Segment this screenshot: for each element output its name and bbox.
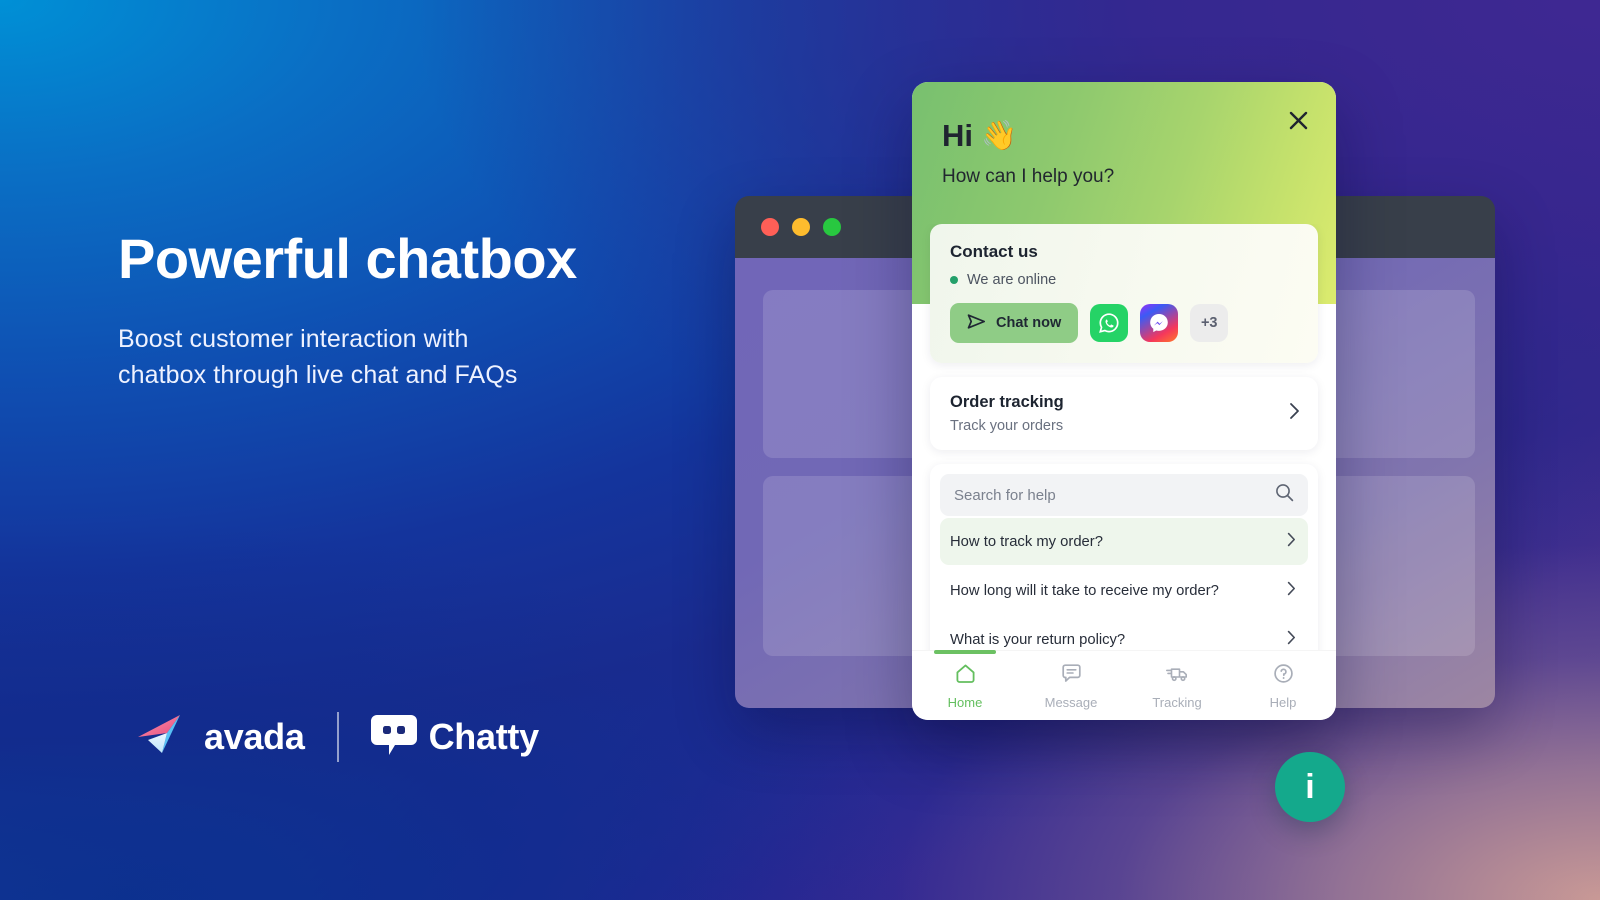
- faq-item[interactable]: What is your return policy?: [940, 616, 1308, 650]
- hero-copy: Powerful chatbox Boost customer interact…: [118, 227, 738, 394]
- question-circle-icon: [1272, 662, 1295, 690]
- brand-lockup: avada Chatty: [136, 712, 539, 762]
- widget-bottom-nav: Home Message Tracking Help: [912, 649, 1336, 720]
- nav-item-tracking[interactable]: Tracking: [1124, 662, 1230, 710]
- order-tracking-subtitle: Track your orders: [950, 418, 1064, 434]
- chat-now-label: Chat now: [996, 315, 1062, 331]
- hero-subtitle-line-2: chatbox through live chat and FAQs: [118, 360, 518, 389]
- nav-label-help: Help: [1269, 694, 1297, 710]
- greeting-text: Hi: [942, 118, 973, 153]
- chevron-right-icon: [1287, 630, 1296, 650]
- active-tab-indicator: [934, 649, 996, 654]
- home-icon: [954, 662, 977, 690]
- nav-label-message: Message: [1044, 694, 1098, 710]
- help-center-card: Search for help How to track my order? H…: [930, 464, 1318, 650]
- status-badge: We are online: [967, 272, 1057, 288]
- faq-question: What is your return policy?: [950, 631, 1126, 648]
- order-tracking-title: Order tracking: [950, 393, 1064, 411]
- chatty-wordmark: Chatty: [428, 716, 540, 757]
- channel-row: Chat now +3: [950, 303, 1298, 343]
- more-channels-button[interactable]: +3: [1190, 304, 1229, 342]
- message-icon: [1060, 662, 1083, 690]
- greeting-line: Hi 👋: [942, 118, 1306, 154]
- send-icon: [967, 313, 986, 334]
- nav-label-tracking: Tracking: [1152, 694, 1202, 710]
- chat-now-button[interactable]: Chat now: [950, 303, 1079, 343]
- whatsapp-icon[interactable]: [1090, 304, 1129, 342]
- hero-subtitle: Boost customer interaction with chatbox …: [118, 321, 738, 394]
- chevron-right-icon: [1287, 581, 1296, 601]
- close-icon[interactable]: [1284, 106, 1312, 134]
- chat-widget: Hi 👋 How can I help you? Contact us We a…: [912, 82, 1336, 720]
- paper-plane-icon: [136, 713, 192, 762]
- faq-item[interactable]: How long will it take to receive my orde…: [940, 567, 1308, 614]
- info-icon[interactable]: i: [1275, 752, 1345, 822]
- status-dot-icon: [950, 276, 958, 284]
- nav-item-message[interactable]: Message: [1018, 662, 1124, 710]
- chatty-logo: Chatty: [370, 713, 540, 762]
- waving-hand-icon: 👋: [981, 119, 1018, 152]
- nav-label-home: Home: [947, 694, 983, 710]
- contact-us-title: Contact us: [950, 242, 1038, 261]
- chevron-right-icon: [1287, 532, 1296, 552]
- chat-bubble-icon: [370, 713, 417, 762]
- faq-item[interactable]: How to track my order?: [940, 518, 1308, 565]
- nav-item-home[interactable]: Home: [912, 649, 1018, 710]
- search-icon[interactable]: [1275, 483, 1294, 507]
- avada-wordmark: avada: [204, 716, 305, 757]
- search-input[interactable]: Search for help: [940, 474, 1308, 516]
- chat-widget-body: Contact us We are online Chat now +3 Ord…: [912, 224, 1336, 650]
- order-tracking-text: Order tracking Track your orders: [950, 393, 1064, 434]
- contact-us-card: Contact us We are online Chat now +3: [930, 224, 1318, 363]
- faq-question: How to track my order?: [950, 533, 1103, 550]
- avada-logo: avada: [136, 713, 305, 762]
- window-maximize-dot[interactable]: [823, 218, 841, 236]
- truck-icon: [1165, 662, 1190, 690]
- hero-subtitle-line-1: Boost customer interaction with: [118, 324, 469, 353]
- faq-question: How long will it take to receive my orde…: [950, 582, 1219, 599]
- window-close-dot[interactable]: [761, 218, 779, 236]
- page-title: Powerful chatbox: [118, 227, 577, 290]
- online-status: We are online: [950, 272, 1298, 288]
- promo-banner: Powerful chatbox Boost customer interact…: [0, 0, 1600, 900]
- order-tracking-card[interactable]: Order tracking Track your orders: [930, 377, 1318, 450]
- messenger-icon[interactable]: [1140, 304, 1179, 342]
- chevron-right-icon: [1289, 402, 1300, 425]
- brand-divider: [336, 712, 339, 762]
- search-placeholder: Search for help: [954, 486, 1056, 504]
- nav-item-help[interactable]: Help: [1230, 662, 1336, 710]
- window-minimize-dot[interactable]: [792, 218, 810, 236]
- help-prompt: How can I help you?: [942, 166, 1115, 187]
